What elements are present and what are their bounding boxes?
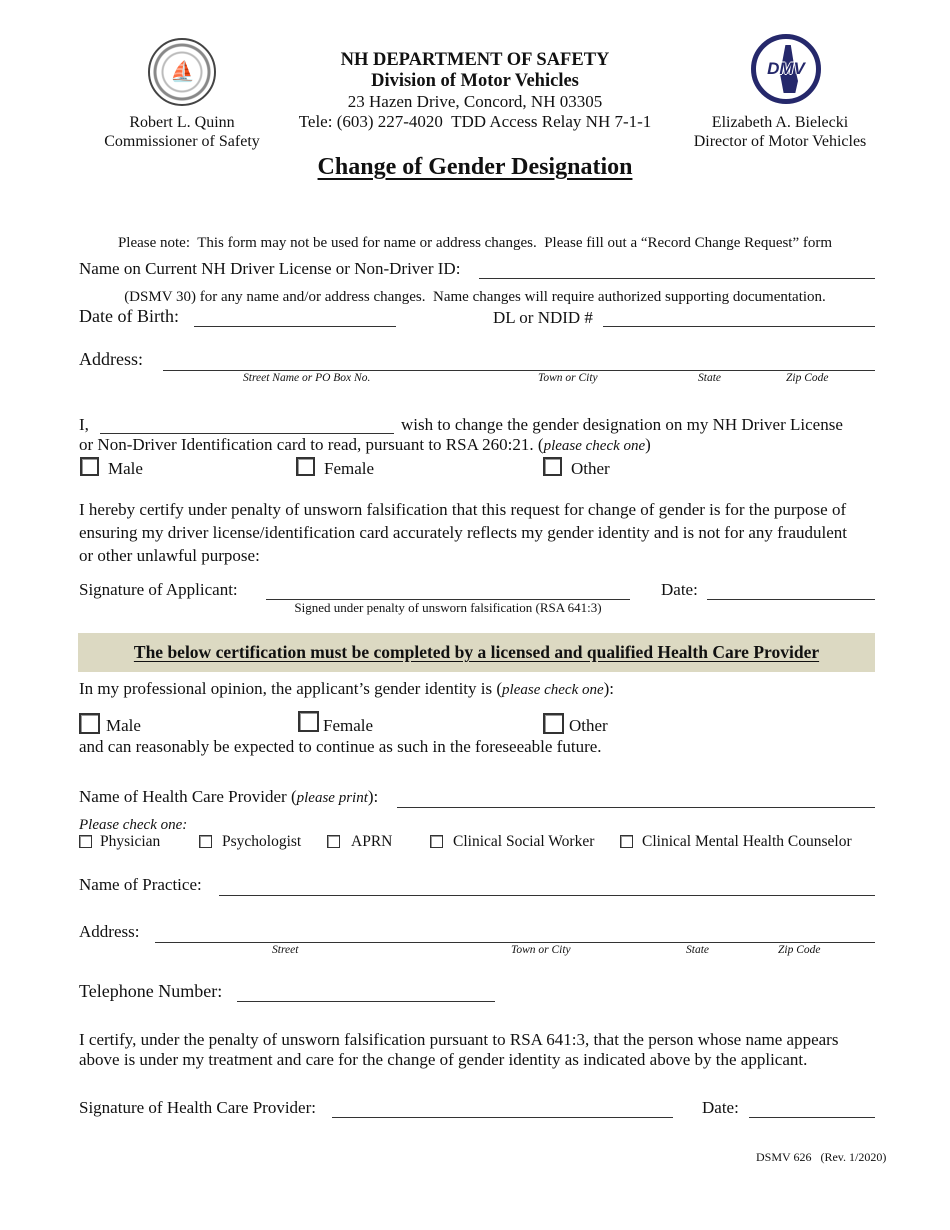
request-text-line2: or Non-Driver Identification card to rea… (79, 435, 651, 455)
request-prefix: I, (79, 415, 89, 434)
practice-field[interactable] (219, 895, 875, 896)
provider-opinion: In my professional opinion, the applican… (79, 679, 614, 699)
clinical-social-worker-checkbox[interactable] (430, 835, 443, 848)
applicant-certify-line3: or other unlawful purpose: (79, 546, 260, 565)
clinical-mental-health-counselor-checkbox[interactable] (620, 835, 633, 848)
psychologist-label: Psychologist (222, 833, 302, 850)
telephone-field[interactable] (237, 1001, 495, 1002)
form-note-line1: Please note: This form may not be used f… (117, 235, 833, 251)
request-text-line1: wish to change the gender designation on… (401, 415, 843, 434)
provider-certification: I certify, under the penalty of unsworn … (79, 1030, 838, 1070)
provider-address-hint-town: Town or City (511, 944, 571, 956)
provider-signature-field[interactable] (332, 1117, 673, 1118)
dob-label: Date of Birth: (79, 306, 179, 326)
opinion-hint: please check one (502, 682, 604, 698)
ship-icon: ⛵ (170, 61, 195, 83)
dmv-logo-text: DMV (767, 59, 805, 78)
provider-female-checkbox[interactable] (298, 711, 319, 732)
request-name-field[interactable] (100, 433, 394, 434)
applicant-male-label: Male (108, 459, 143, 478)
department-name: NH DEPARTMENT OF SAFETY (340, 50, 610, 70)
department-phone: Tele: (603) 227-4020 TDD Access Relay NH… (298, 112, 652, 131)
form-note-line2: (DSMV 30) for any name and/or address ch… (124, 289, 826, 305)
provider-date-field[interactable] (749, 1117, 875, 1118)
dl-ndid-label: DL or NDID # (493, 308, 593, 327)
telephone-label: Telephone Number: (79, 981, 223, 1001)
provider-name-field[interactable] (397, 807, 875, 808)
commissioner-name: Robert L. Quinn (129, 114, 235, 131)
provider-name-close: ): (367, 787, 379, 806)
applicant-female-checkbox[interactable] (296, 457, 315, 476)
provider-type-prompt: Please check one: (79, 817, 188, 833)
provider-name-hint: please print (296, 790, 368, 806)
provider-signature-label: Signature of Health Care Provider: (79, 1098, 316, 1117)
applicant-date-field[interactable] (707, 599, 875, 600)
provider-name-label: Name of Health Care Provider (please pri… (79, 787, 378, 807)
applicant-certify-line2: ensuring my driver license/identificatio… (79, 523, 848, 542)
applicant-date-label: Date: (661, 580, 698, 599)
applicant-other-label: Other (571, 459, 610, 478)
applicant-signature-label: Signature of Applicant: (79, 580, 238, 599)
director-name: Elizabeth A. Bielecki (711, 114, 849, 131)
applicant-address-label: Address: (79, 349, 143, 369)
dob-field[interactable] (194, 326, 396, 327)
provider-male-checkbox[interactable] (79, 713, 100, 734)
provider-address-hint-zip: Zip Code (778, 944, 821, 956)
address-hint-street: Street Name or PO Box No. (243, 372, 371, 384)
provider-continue-text: and can reasonably be expected to contin… (79, 737, 602, 756)
director-title: Director of Motor Vehicles (693, 133, 867, 150)
applicant-certify-line1: I hereby certify under penalty of unswor… (79, 500, 847, 519)
department-header: NH DEPARTMENT OF SAFETY Division of Moto… (275, 50, 675, 132)
provider-banner-text: The below certification must be complete… (133, 642, 820, 662)
provider-other-checkbox[interactable] (543, 713, 564, 734)
request-close: ) (645, 435, 651, 454)
director-block: Elizabeth A. Bielecki Director of Motor … (680, 113, 880, 151)
applicant-other-checkbox[interactable] (543, 457, 562, 476)
commissioner-title: Commissioner of Safety (104, 133, 260, 150)
address-hint-state: State (698, 372, 721, 384)
provider-address-label: Address: (79, 922, 140, 941)
physician-label: Physician (100, 833, 161, 850)
opinion-prefix: In my professional opinion, the applican… (79, 679, 503, 698)
applicant-signature-note: Signed under penalty of unsworn falsific… (294, 600, 602, 615)
department-address: 23 Hazen Drive, Concord, NH 03305 (347, 92, 603, 111)
form-title: Change of Gender Designation (317, 154, 633, 180)
applicant-certification: I hereby certify under penalty of unswor… (79, 498, 847, 567)
provider-certify-line2: above is under my treatment and care for… (79, 1050, 808, 1069)
applicant-female-label: Female (324, 459, 375, 478)
form-id: DSMV 626 (Rev. 1/2020) (756, 1150, 887, 1164)
request-hint: please check one (543, 438, 646, 454)
nh-state-seal-icon: ⛵ (148, 38, 216, 106)
provider-banner: The below certification must be complete… (78, 633, 875, 672)
aprn-label: APRN (351, 833, 393, 850)
provider-other-label: Other (569, 716, 608, 735)
psychologist-checkbox[interactable] (199, 835, 212, 848)
applicant-address-field[interactable] (163, 370, 875, 371)
opinion-close: ): (603, 679, 615, 698)
dmv-logo-icon: DMV (751, 34, 821, 104)
provider-address-field[interactable] (155, 942, 875, 943)
division-name: Division of Motor Vehicles (371, 71, 579, 91)
commissioner-block: Robert L. Quinn Commissioner of Safety (92, 113, 272, 151)
clinical-social-worker-label: Clinical Social Worker (453, 833, 595, 850)
current-name-field[interactable] (479, 278, 875, 279)
provider-name-prefix: Name of Health Care Provider ( (79, 787, 297, 806)
provider-date-label: Date: (702, 1098, 739, 1117)
request-text2: or Non-Driver Identification card to rea… (79, 435, 544, 454)
physician-checkbox[interactable] (79, 835, 92, 848)
provider-certify-line1: I certify, under the penalty of unsworn … (79, 1030, 839, 1049)
provider-male-label: Male (106, 716, 141, 735)
address-hint-zip: Zip Code (786, 372, 829, 384)
applicant-male-checkbox[interactable] (80, 457, 99, 476)
dl-ndid-field[interactable] (603, 326, 875, 327)
clinical-mental-health-counselor-label: Clinical Mental Health Counselor (642, 833, 852, 850)
practice-label: Name of Practice: (79, 875, 202, 894)
current-name-label: Name on Current NH Driver License or Non… (79, 259, 461, 278)
provider-address-hint-state: State (686, 944, 709, 956)
provider-female-label: Female (323, 716, 374, 735)
address-hint-town: Town or City (538, 372, 598, 384)
provider-address-hint-street: Street (272, 944, 299, 956)
aprn-checkbox[interactable] (327, 835, 340, 848)
